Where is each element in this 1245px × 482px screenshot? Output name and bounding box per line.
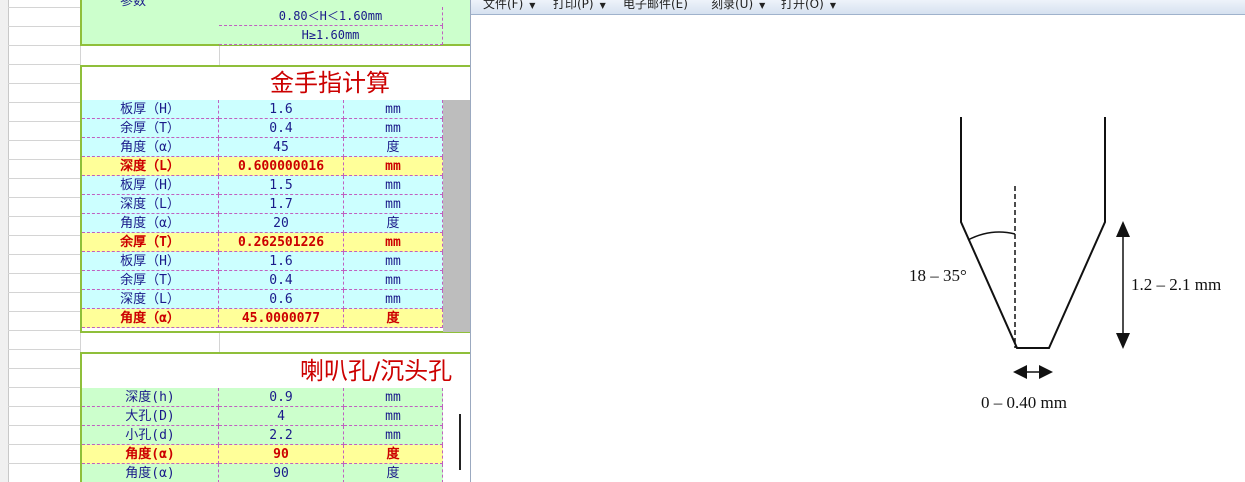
- row-label[interactable]: 大孔(D): [82, 407, 219, 426]
- grid-line: [8, 330, 80, 331]
- row-value[interactable]: 0.9: [219, 388, 344, 407]
- row-value[interactable]: 0.6: [219, 290, 344, 309]
- row-unit[interactable]: mm: [344, 119, 443, 138]
- grid-line: [8, 26, 80, 27]
- grid-line: [8, 463, 80, 464]
- grid-line: [8, 425, 80, 426]
- row-label[interactable]: 板厚（H）: [82, 100, 219, 119]
- arrow-down-icon: [1116, 333, 1130, 349]
- row-value[interactable]: 4: [219, 407, 344, 426]
- angle-arc: [967, 231, 1016, 241]
- row-label[interactable]: 角度(α): [82, 464, 219, 482]
- row-label[interactable]: 小孔(d): [82, 426, 219, 445]
- row-value[interactable]: 1.7: [219, 195, 344, 214]
- bevel-outline: [960, 117, 1106, 349]
- row-label[interactable]: 余厚（T）: [82, 271, 219, 290]
- grid-line: [8, 444, 80, 445]
- arrow-right-icon: [1039, 365, 1053, 379]
- row-value[interactable]: 20: [219, 214, 344, 233]
- row-label[interactable]: 角度(α): [82, 445, 219, 464]
- grid-line: [8, 387, 80, 388]
- width-label: 0 – 0.40 mm: [981, 393, 1067, 412]
- parameter-label: 参数: [120, 0, 147, 9]
- grid-line: [8, 273, 80, 274]
- grid-line: [8, 368, 80, 369]
- grid-line: [8, 292, 80, 293]
- row-unit[interactable]: mm: [344, 195, 443, 214]
- row-label[interactable]: 角度（α）: [82, 138, 219, 157]
- row-unit[interactable]: 度: [344, 309, 443, 328]
- row-unit[interactable]: mm: [344, 271, 443, 290]
- row-label[interactable]: 深度（L）: [82, 290, 219, 309]
- parameter-row[interactable]: H≥1.60mm: [219, 26, 443, 45]
- grid-line: [8, 7, 80, 8]
- parameter-row[interactable]: 0.80＜H＜1.60mm: [219, 7, 443, 26]
- grid-line: [8, 64, 80, 65]
- row-unit[interactable]: mm: [344, 233, 443, 252]
- row-unit[interactable]: mm: [344, 407, 443, 426]
- row-unit[interactable]: mm: [344, 426, 443, 445]
- row-value[interactable]: 1.5: [219, 176, 344, 195]
- row-label[interactable]: 角度（α）: [82, 214, 219, 233]
- row-label[interactable]: 深度（L）: [82, 157, 219, 176]
- row-value[interactable]: 0.4: [219, 119, 344, 138]
- row-header-strip: [0, 0, 9, 482]
- row-value[interactable]: 0.4: [219, 271, 344, 290]
- countersink-title: 喇叭孔/沉头孔: [300, 357, 453, 385]
- grid-line: [8, 216, 80, 217]
- row-label[interactable]: 余厚（T）: [82, 233, 219, 252]
- arrow-left-icon: [1013, 365, 1027, 379]
- partial-glyph: [459, 414, 469, 470]
- spreadsheet: 参数 0.80＜H＜1.60mm H≥1.60mm 金手指计算 板厚（H） 1.6…: [0, 0, 470, 482]
- grid-line: [8, 178, 80, 179]
- row-value[interactable]: 1.6: [219, 100, 344, 119]
- grid-line: [8, 102, 80, 103]
- grid-line: [8, 121, 80, 122]
- row-unit[interactable]: 度: [344, 464, 443, 482]
- row-value[interactable]: 0.262501226: [219, 233, 344, 252]
- image-viewer-window: 文件(F) ▼ 打印(P) ▼ 电子邮件(E) 刻录(U) ▼ 打开(O) ▼ 18 –…: [470, 0, 1245, 482]
- grid-line: [8, 349, 80, 350]
- row-value[interactable]: 45.0000077: [219, 309, 344, 328]
- grid-line: [8, 140, 80, 141]
- row-label[interactable]: 板厚（H）: [82, 176, 219, 195]
- grid-line: [8, 45, 80, 46]
- height-label: 1.2 – 2.1 mm: [1131, 275, 1221, 294]
- grid-line: [8, 254, 80, 255]
- grid-line: [8, 197, 80, 198]
- row-unit[interactable]: 度: [344, 445, 443, 464]
- row-unit[interactable]: mm: [344, 157, 443, 176]
- arrow-up-icon: [1116, 221, 1130, 237]
- row-label[interactable]: 余厚（T）: [82, 119, 219, 138]
- row-label[interactable]: 深度(h): [82, 388, 219, 407]
- gold-finger-title: 金手指计算: [270, 69, 390, 97]
- row-value[interactable]: 90: [219, 464, 344, 482]
- row-value[interactable]: 2.2: [219, 426, 344, 445]
- row-unit[interactable]: mm: [344, 252, 443, 271]
- grid-line: [8, 311, 80, 312]
- grid-line: [8, 83, 80, 84]
- bevel-diagram: 18 – 35° 1.2 – 2.1 mm 0 – 0.40 mm: [909, 117, 1221, 412]
- row-unit[interactable]: mm: [344, 388, 443, 407]
- grid-line: [8, 406, 80, 407]
- row-label[interactable]: 板厚（H）: [82, 252, 219, 271]
- row-unit[interactable]: 度: [344, 138, 443, 157]
- grid-line: [8, 159, 80, 160]
- row-label[interactable]: 角度（α）: [82, 309, 219, 328]
- row-value[interactable]: 1.6: [219, 252, 344, 271]
- scroll-gray-area: [443, 100, 470, 332]
- row-value[interactable]: 90: [219, 445, 344, 464]
- angle-label: 18 – 35°: [909, 266, 967, 285]
- row-unit[interactable]: mm: [344, 100, 443, 119]
- row-unit[interactable]: 度: [344, 214, 443, 233]
- row-label[interactable]: 深度（L）: [82, 195, 219, 214]
- row-unit[interactable]: mm: [344, 176, 443, 195]
- grid-line: [8, 235, 80, 236]
- row-value[interactable]: 0.600000016: [219, 157, 344, 176]
- row-value[interactable]: 45: [219, 138, 344, 157]
- row-unit[interactable]: mm: [344, 290, 443, 309]
